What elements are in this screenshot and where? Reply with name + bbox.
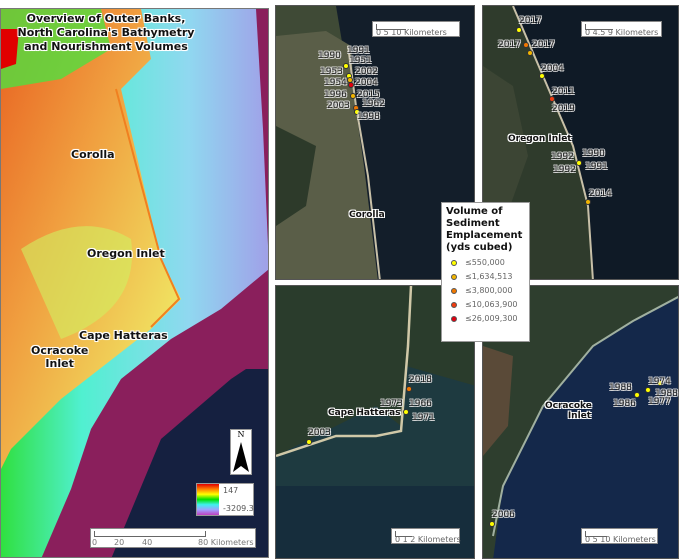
year-label: 1992 <box>551 152 574 162</box>
nourishment-point-marker[interactable] <box>403 409 409 415</box>
year-label: 1988 <box>609 383 632 393</box>
year-label: 2011 <box>552 87 575 97</box>
nourishment-point-marker[interactable] <box>406 386 412 392</box>
year-label: 2017 <box>498 40 521 50</box>
scale-bar-corolla: 0 5 10 Kilometers <box>372 21 460 37</box>
nourishment-point-marker[interactable] <box>527 50 533 56</box>
legend-item: ≤26,009,300 <box>446 313 525 324</box>
nourishment-point-marker[interactable] <box>489 521 495 527</box>
sediment-volume-legend: Volume of Sediment Emplacement (yds cube… <box>441 202 530 342</box>
place-label-line: Ocracoke <box>545 401 592 411</box>
legend-label: ≤3,800,000 <box>465 286 513 295</box>
legend-item: ≤1,634,513 <box>446 271 525 282</box>
elevation-min-label: -3209.3 <box>223 504 254 513</box>
year-label: 1954 <box>324 78 347 88</box>
scale-tick: 0 <box>92 538 98 547</box>
legend-label: ≤550,000 <box>465 258 505 267</box>
year-label: 1966 <box>409 399 432 409</box>
scale-bar-ocracoke: 0 5 10 Kilometers <box>581 528 658 544</box>
elevation-max-label: 147 <box>223 486 239 495</box>
year-label: 2003 <box>327 101 350 111</box>
nourishment-point-marker[interactable] <box>645 387 651 393</box>
scale-bar-cape-hatteras: 0 1 2 Kilometers <box>391 528 461 544</box>
scale-tick: 40 <box>142 538 153 547</box>
place-label-corolla-inset: Corolla <box>349 210 385 220</box>
scale-bar-oregon-inlet: 0 4.5 9 Kilometers <box>581 21 662 37</box>
map-title: Overview of Outer Banks, North Carolina'… <box>16 12 196 54</box>
bathymetry-raster <box>1 9 268 557</box>
year-label: 2017 <box>519 16 542 26</box>
place-label-line: Inlet <box>45 357 74 370</box>
nourishment-point-marker[interactable] <box>523 42 529 48</box>
year-label: 1974 <box>648 377 671 387</box>
north-label: N <box>237 430 245 439</box>
year-label: 1951 <box>349 56 372 66</box>
year-label: 1992 <box>553 165 576 175</box>
nourishment-point-marker[interactable] <box>585 199 591 205</box>
place-label-ocracoke-inset: Ocracoke Inlet <box>545 401 592 421</box>
elevation-legend: 147 -3209.3 <box>196 483 254 516</box>
legend-item: ≤3,800,000 <box>446 285 525 296</box>
scale-tick: 80 Kilometers <box>198 538 254 547</box>
legend-title: Volume of Sediment Emplacement (yds cube… <box>446 206 523 253</box>
year-label: 1977 <box>648 397 671 407</box>
year-label: 2014 <box>589 189 612 199</box>
legend-label: ≤26,009,300 <box>465 314 518 323</box>
year-label: 1973 <box>380 399 403 409</box>
place-label-oregon-inlet-inset: Oregon Inlet <box>508 134 572 144</box>
legend-swatch-icon <box>451 273 457 280</box>
scale-tick: 20 <box>114 538 125 547</box>
year-label: 1990 <box>318 51 341 61</box>
place-label-line: Inlet <box>567 411 592 421</box>
year-label: 2003 <box>308 428 331 438</box>
year-label: 2019 <box>552 104 575 114</box>
year-label: 1991 <box>585 162 608 172</box>
nourishment-point-marker[interactable] <box>306 439 312 445</box>
legend-item: ≤10,063,900 <box>446 299 525 310</box>
north-arrow: N <box>230 429 252 475</box>
year-label: 2004 <box>355 78 378 88</box>
year-label: 1996 <box>324 90 347 100</box>
place-label-line: Ocracoke <box>31 344 89 357</box>
year-label: 2006 <box>492 510 515 520</box>
year-label: 1971 <box>412 413 435 423</box>
title-line: and Nourishment Volumes <box>24 40 188 53</box>
place-label-ocracoke-inlet: Ocracoke Inlet <box>31 344 88 370</box>
year-label: 1990 <box>582 149 605 159</box>
year-label: 1986 <box>613 399 636 409</box>
nourishment-point-marker[interactable] <box>348 82 354 88</box>
overview-map[interactable]: Overview of Outer Banks, North Carolina'… <box>0 8 269 558</box>
year-label: 1991 <box>347 46 370 56</box>
legend-swatch-icon <box>451 287 457 294</box>
nourishment-point-marker[interactable] <box>576 160 582 166</box>
place-label-oregon-inlet: Oregon Inlet <box>87 247 165 260</box>
legend-swatch-icon <box>451 301 457 308</box>
legend-item: ≤550,000 <box>446 257 525 268</box>
year-label: 2017 <box>532 40 555 50</box>
nourishment-point-marker[interactable] <box>350 93 356 99</box>
year-label: 1998 <box>357 112 380 122</box>
place-label-cape-hatteras: Cape Hatteras <box>79 329 168 342</box>
nourishment-point-marker[interactable] <box>516 27 522 33</box>
title-line: North Carolina's Bathymetry <box>17 26 195 39</box>
place-label-corolla: Corolla <box>71 148 115 161</box>
legend-swatch-icon <box>451 315 457 322</box>
legend-label: ≤1,634,513 <box>465 272 513 281</box>
legend-swatch-icon <box>451 259 457 266</box>
north-arrow-icon <box>233 442 249 472</box>
year-label: 2002 <box>355 67 378 77</box>
overview-scale-bar: 0 20 40 80 Kilometers <box>90 528 256 548</box>
title-line: Overview of Outer Banks, <box>26 12 186 25</box>
year-label: 2004 <box>541 64 564 74</box>
elevation-color-ramp <box>197 484 219 515</box>
legend-label: ≤10,063,900 <box>465 300 518 309</box>
year-label: 1962 <box>362 99 385 109</box>
year-label: 2018 <box>409 375 432 385</box>
nourishment-point-marker[interactable] <box>634 392 640 398</box>
place-label-cape-hatteras-inset: Cape Hatteras <box>328 408 401 418</box>
year-label: 1953 <box>320 67 343 77</box>
